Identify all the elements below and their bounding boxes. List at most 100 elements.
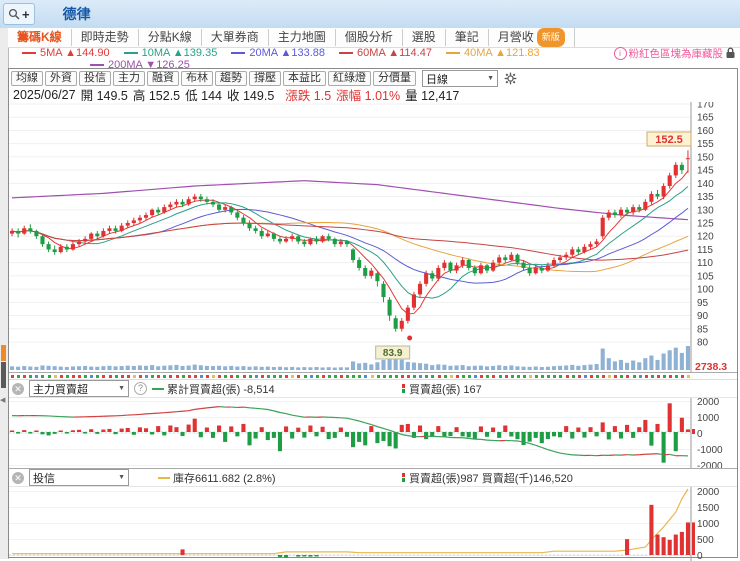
top-bar: + 德律 (0, 0, 740, 29)
chevron-down-icon: ▼ (118, 385, 125, 392)
svg-text:120: 120 (697, 232, 714, 243)
svg-text:95: 95 (697, 298, 709, 309)
tab-4[interactable]: 主力地圖 (269, 29, 336, 46)
lock-icon[interactable] (725, 47, 736, 59)
quote-close: 149.5 (243, 89, 274, 103)
svg-text:1500: 1500 (697, 503, 720, 514)
svg-text:2000: 2000 (697, 487, 720, 498)
svg-text:125: 125 (697, 219, 714, 230)
tab-3[interactable]: 大單券商 (202, 29, 269, 46)
panel2-line-legend: 累計買賣超(張) -8,514 (152, 381, 275, 397)
quote-row: 2025/06/27 開 149.5 高 152.5 低 144 收 149.5… (9, 87, 737, 102)
svg-text:170: 170 (697, 102, 714, 111)
treasury-note: i 粉紅色區塊為庫藏股 (614, 46, 737, 61)
new-badge: 新版 (537, 28, 565, 47)
tab-6[interactable]: 選股 (403, 29, 446, 46)
ma-legend-60MA: 60MA ▲114.47 (339, 47, 432, 59)
strip-orange-marker (1, 345, 6, 361)
panel3-indicator-select[interactable]: 投信 ▼ (29, 469, 129, 486)
event-dash-strip (9, 372, 737, 380)
svg-text:145: 145 (697, 166, 714, 177)
svg-text:0: 0 (697, 429, 703, 440)
toolbar-button-2[interactable]: 投信 (79, 71, 111, 86)
svg-text:85: 85 (697, 324, 709, 335)
ma-legend-5MA: 5MA ▲144.90 (22, 47, 110, 59)
toolbar-button-7[interactable]: 撐壓 (249, 71, 281, 86)
toolbar-button-6[interactable]: 趨勢 (215, 71, 247, 86)
svg-text:165: 165 (697, 113, 714, 124)
quote-open: 149.5 (97, 89, 128, 103)
close-icon[interactable]: ✕ (12, 383, 24, 395)
svg-text:2000: 2000 (697, 398, 720, 408)
toolbar-button-9[interactable]: 紅綠燈 (328, 71, 371, 86)
add-stock-icon[interactable]: + (22, 7, 30, 22)
quote-date: 2025/06/27 (13, 88, 76, 102)
chevron-down-icon: ▼ (487, 75, 494, 82)
panel3-bar-legend: 買賣超(張)987 買賣超(千)146,520 (401, 470, 573, 486)
main-candlestick-chart[interactable]: 1701651601551501451401351301251201151101… (9, 102, 737, 372)
svg-text:0: 0 (697, 551, 703, 561)
toolbar-button-4[interactable]: 融資 (147, 71, 179, 86)
tab-1[interactable]: 即時走勢 (72, 29, 139, 46)
tab-0[interactable]: 籌碼K線 (8, 29, 72, 46)
svg-text:1000: 1000 (697, 413, 720, 424)
svg-text:135: 135 (697, 192, 714, 203)
treasury-note-text: 粉紅色區塊為庫藏股 (629, 46, 724, 61)
svg-text:100: 100 (697, 285, 714, 296)
svg-text:2738.3: 2738.3 (695, 361, 727, 372)
info-icon: i (614, 47, 627, 60)
quote-change-pct: 1.01% (365, 89, 400, 103)
panel3-indicator-value: 投信 (33, 470, 55, 486)
search-icon (8, 8, 20, 20)
quote-low: 144 (201, 89, 222, 103)
svg-text:155: 155 (697, 139, 714, 150)
tab-5[interactable]: 個股分析 (336, 29, 403, 46)
tab-7[interactable]: 筆記 (446, 29, 489, 46)
strip-drag-handle[interactable] (1, 362, 6, 388)
panel2-indicator-value: 主力買賣超 (33, 381, 88, 397)
close-icon[interactable]: ✕ (12, 472, 24, 484)
toolbar-button-5[interactable]: 布林 (181, 71, 213, 86)
toolbar-button-10[interactable]: 分價量 (373, 71, 416, 86)
main-force-bar-chart[interactable]: 2000 1000 0 -1000 -2000 (9, 398, 737, 468)
svg-text:110: 110 (697, 258, 713, 269)
settings-gear-icon[interactable] (504, 72, 517, 85)
panel2-bar-legend: 買賣超(張) 167 (401, 381, 482, 397)
ma-legend-10MA: 10MA ▲139.35 (124, 47, 218, 59)
toolbar-button-0[interactable]: 均線 (11, 71, 43, 86)
quote-volume: 12,417 (421, 89, 459, 103)
ma-legend-20MA: 20MA ▲133.88 (231, 47, 325, 59)
chip-kline-app: + 德律 ◀ 籌碼K線即時走勢分點K線大單券商主力地圖個股分析選股筆記月營收新版… (0, 0, 740, 559)
svg-text:105: 105 (697, 271, 714, 282)
svg-text:83.9: 83.9 (383, 348, 403, 359)
svg-text:152.5: 152.5 (655, 134, 683, 146)
svg-text:1000: 1000 (697, 519, 720, 530)
tab-8[interactable]: 月營收新版 (489, 28, 575, 47)
collapse-arrow-icon[interactable]: ◀ (0, 396, 5, 404)
svg-text:-1000: -1000 (697, 445, 723, 456)
tab-2[interactable]: 分點K線 (139, 29, 202, 46)
svg-text:130: 130 (697, 205, 714, 216)
svg-text:-2000: -2000 (697, 461, 723, 468)
quote-change: 1.5 (314, 89, 331, 103)
panel2-header: ✕ 主力買賣超 ▼ ? 累計買賣超(張) -8,514 買賣超(張) 167 (9, 380, 737, 398)
quote-high: 152.5 (149, 89, 180, 103)
svg-text:80: 80 (697, 338, 709, 349)
toolbar-button-1[interactable]: 外資 (45, 71, 77, 86)
toolbar-button-3[interactable]: 主力 (113, 71, 145, 86)
ma-legend-40MA: 40MA ▲121.83 (446, 47, 540, 59)
chevron-down-icon: ▼ (118, 474, 125, 481)
main-chart-svg: 1701651601551501451401351301251201151101… (9, 102, 737, 372)
chart-panel: 均線外資投信主力融資布林趨勢撐壓本益比紅綠燈分價量 日線 ▼ (8, 68, 738, 558)
help-icon[interactable]: ? (134, 382, 147, 395)
ma-legend-row1: 5MA ▲144.90 10MA ▲139.35 20MA ▲133.88 60MA … (8, 47, 740, 59)
svg-text:160: 160 (697, 126, 714, 137)
panel2-indicator-select[interactable]: 主力買賣超 ▼ (29, 380, 129, 397)
svg-text:90: 90 (697, 311, 709, 322)
toolbar-button-8[interactable]: 本益比 (283, 71, 326, 86)
svg-text:500: 500 (697, 535, 714, 546)
stock-search-box[interactable]: + (3, 3, 35, 25)
trust-bar-chart[interactable]: 2000 1500 1000 500 0 (9, 487, 737, 561)
stock-name-tab[interactable]: 德律 (63, 4, 91, 24)
svg-text:140: 140 (697, 179, 714, 190)
